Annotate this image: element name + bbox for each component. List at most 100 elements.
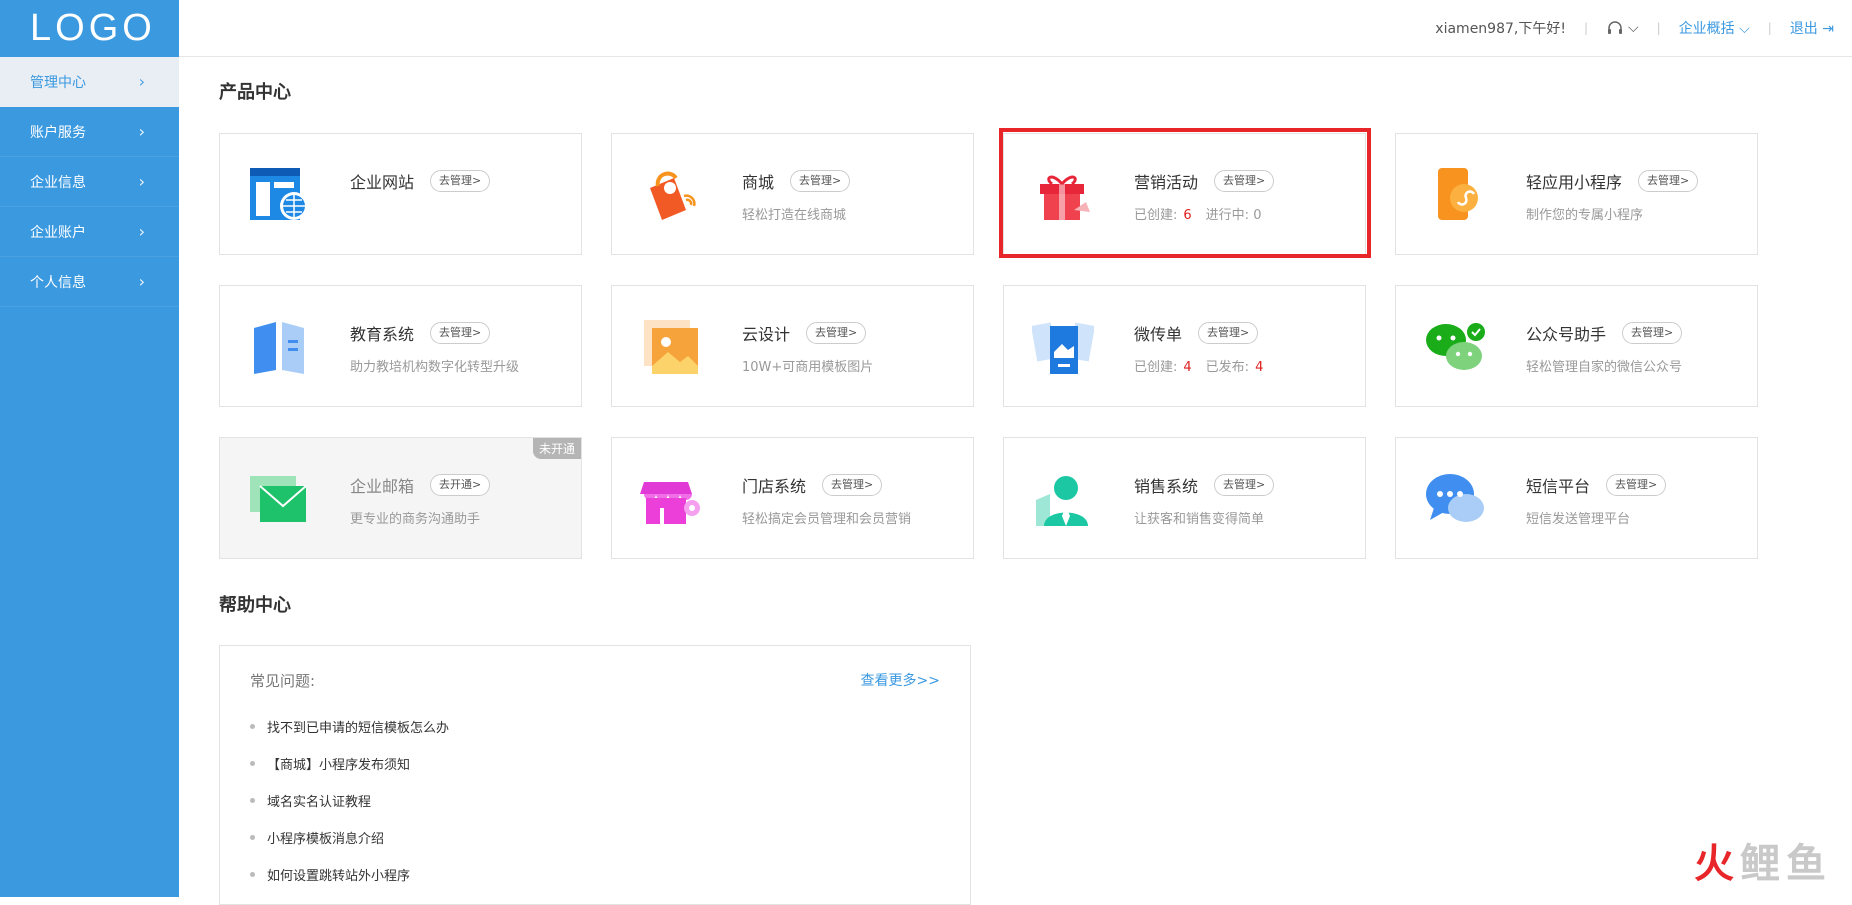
card-education-system[interactable]: 教育系统去管理> 助力教培机构数字化转型升级 [219, 285, 582, 407]
view-more-link[interactable]: 查看更多>> [861, 670, 940, 690]
sidebar-item-management-center[interactable]: 管理中心 › [0, 57, 179, 107]
logout-label: 退出 [1790, 21, 1818, 37]
mail-icon [248, 470, 310, 528]
chat-bubble-icon [1424, 470, 1486, 528]
chevron-right-icon: › [139, 122, 145, 141]
sidebar-item-label: 账户服务 [30, 122, 86, 142]
card-description: 助力教培机构数字化转型升级 [350, 356, 519, 375]
stat-value: 4 [1255, 360, 1263, 375]
sidebar-item-account-services[interactable]: 账户服务 › [0, 107, 179, 157]
faq-item[interactable]: 小程序模板消息介绍 [250, 819, 449, 856]
faq-item[interactable]: 【商城】小程序发布须知 [250, 745, 449, 782]
divider: | [1657, 21, 1661, 35]
faq-item-label: 【商城】小程序发布须知 [267, 754, 410, 773]
card-name: 门店系统 [742, 473, 806, 497]
bullet [250, 835, 255, 840]
sidebar-item-company-account[interactable]: 企业账户 › [0, 207, 179, 257]
card-description: 更专业的商务沟通助手 [350, 508, 480, 527]
faq-item[interactable]: 如何设置跳转站外小程序 [250, 856, 449, 893]
card-cloud-design[interactable]: 云设计去管理> 10W+可商用模板图片 [611, 285, 974, 407]
card-description: 短信发送管理平台 [1526, 508, 1630, 527]
card-title: 企业网站去管理> [350, 169, 490, 193]
stat-label: 已发布: [1206, 360, 1249, 375]
faq-item-label: 如何设置跳转站外小程序 [267, 865, 410, 884]
watermark: 火鲤鱼 [1694, 831, 1832, 889]
faq-item-label: 域名实名认证教程 [267, 791, 371, 810]
watermark-first: 火 [1694, 841, 1740, 887]
card-description: 10W+可商用模板图片 [742, 356, 873, 375]
salesperson-icon [1032, 470, 1094, 528]
divider: | [1768, 21, 1772, 35]
sidebar-item-personal-info[interactable]: 个人信息 › [0, 257, 179, 307]
flyer-icon [1032, 318, 1094, 376]
manage-button[interactable]: 去管理> [806, 322, 866, 344]
chevron-right-icon: › [139, 222, 145, 241]
manage-button[interactable]: 去管理> [1622, 322, 1682, 344]
card-name: 企业网站 [350, 169, 414, 193]
logo: LOGO [0, 0, 179, 57]
highlight-box [999, 128, 1371, 258]
card-name: 教育系统 [350, 321, 414, 345]
manage-button[interactable]: 去管理> [1198, 322, 1258, 344]
sidebar-item-label: 个人信息 [30, 272, 86, 292]
card-sms-platform[interactable]: 短信平台去管理> 短信发送管理平台 [1395, 437, 1758, 559]
help-center-title: 帮助中心 [219, 591, 291, 617]
manage-button[interactable]: 去管理> [430, 322, 490, 344]
chevron-down-icon: ⌵ [1739, 21, 1750, 37]
bullet [250, 761, 255, 766]
manage-button[interactable]: 去管理> [1214, 474, 1274, 496]
logout-icon: ⇥ [1822, 21, 1834, 37]
card-title: 教育系统去管理> [350, 321, 490, 345]
bullet [250, 872, 255, 877]
card-description: 轻松管理自家的微信公众号 [1526, 356, 1682, 375]
card-micro-flyer[interactable]: 微传单去管理> 已创建:4已发布:4 [1003, 285, 1366, 407]
card-company-website[interactable]: 企业网站去管理> [219, 133, 582, 255]
faq-item[interactable]: 找不到已申请的短信模板怎么办 [250, 708, 449, 745]
faq-item-label: 找不到已申请的短信模板怎么办 [267, 717, 449, 736]
logout-button[interactable]: 退出 ⇥ [1790, 18, 1834, 38]
card-store-system[interactable]: 门店系统去管理> 轻松搞定会员管理和会员营销 [611, 437, 974, 559]
card-mini-program[interactable]: 轻应用小程序去管理> 制作您的专属小程序 [1395, 133, 1758, 255]
card-name: 公众号助手 [1526, 321, 1606, 345]
card-enterprise-mail[interactable]: 未开通 企业邮箱去开通> 更专业的商务沟通助手 [219, 437, 582, 559]
manage-button[interactable]: 去管理> [430, 170, 490, 192]
wechat-icon [1424, 318, 1486, 376]
card-name: 企业邮箱 [350, 473, 414, 497]
stat-label: 已创建: [1134, 360, 1177, 375]
divider: | [1584, 21, 1588, 35]
sidebar-item-label: 管理中心 [30, 72, 86, 92]
manage-button[interactable]: 去管理> [790, 170, 850, 192]
card-sales-system[interactable]: 销售系统去管理> 让获客和销售变得简单 [1003, 437, 1366, 559]
company-overview-dropdown[interactable]: 企业概括 ⌵ [1679, 18, 1750, 38]
manage-button[interactable]: 去管理> [1638, 170, 1698, 192]
card-official-account[interactable]: 公众号助手去管理> 轻松管理自家的微信公众号 [1395, 285, 1758, 407]
card-title: 企业邮箱去开通> [350, 473, 490, 497]
card-name: 轻应用小程序 [1526, 169, 1622, 193]
bullet [250, 798, 255, 803]
card-title: 云设计去管理> [742, 321, 866, 345]
card-name: 销售系统 [1134, 473, 1198, 497]
manage-button[interactable]: 去管理> [822, 474, 882, 496]
sidebar-item-label: 企业账户 [30, 222, 86, 242]
sidebar-item-label: 企业信息 [30, 172, 86, 192]
top-bar: xiamen987,下午好! | ⌵ | 企业概括 ⌵ | 退出 ⇥ [179, 0, 1852, 57]
chevron-right-icon: › [139, 172, 145, 191]
sidebar-item-company-info[interactable]: 企业信息 › [0, 157, 179, 207]
card-mall[interactable]: 商城去管理> 轻松打造在线商城 [611, 133, 974, 255]
stat-value: 4 [1183, 360, 1191, 375]
card-title: 轻应用小程序去管理> [1526, 169, 1698, 193]
headset-icon [1606, 20, 1624, 36]
support-dropdown[interactable]: ⌵ [1606, 20, 1639, 36]
company-overview-label: 企业概括 [1679, 21, 1735, 37]
faq-item[interactable]: 域名实名认证教程 [250, 782, 449, 819]
watermark-rest: 鲤鱼 [1740, 841, 1832, 887]
faq-title: 常见问题: [250, 670, 315, 691]
faq-list: 找不到已申请的短信模板怎么办 【商城】小程序发布须知 域名实名认证教程 小程序模… [250, 708, 449, 893]
card-title: 销售系统去管理> [1134, 473, 1274, 497]
card-name: 商城 [742, 169, 774, 193]
activate-button[interactable]: 去开通> [430, 474, 490, 496]
card-stats: 已创建: 4 已发布: 4 [1134, 356, 1277, 375]
manage-button[interactable]: 去管理> [1606, 474, 1666, 496]
mini-program-icon [1424, 166, 1486, 224]
greeting-text: xiamen987,下午好! [1435, 18, 1566, 38]
